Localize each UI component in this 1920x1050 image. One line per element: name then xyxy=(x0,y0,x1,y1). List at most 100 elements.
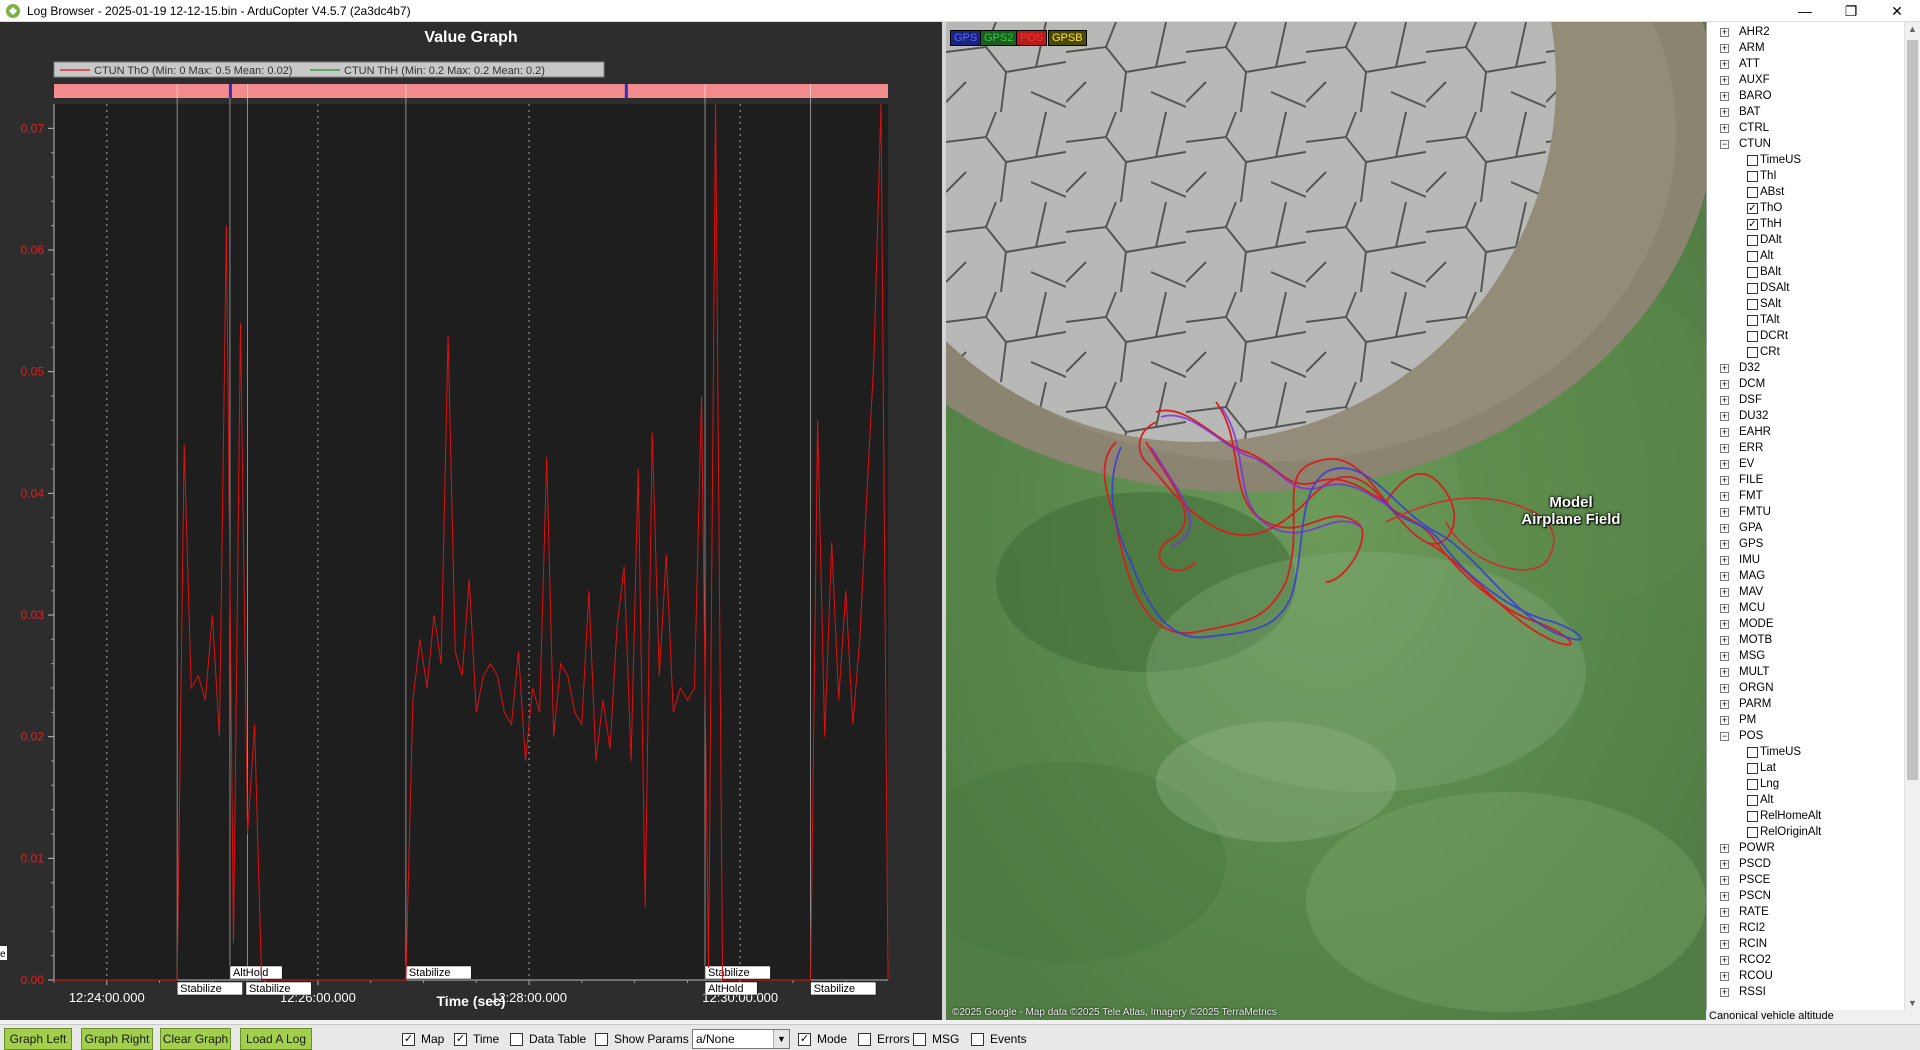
tree-field-checkbox[interactable] xyxy=(1747,794,1758,806)
expand-icon[interactable]: + xyxy=(1720,619,1729,629)
expand-icon[interactable]: + xyxy=(1720,683,1729,693)
graph-left-button[interactable]: Graph Left xyxy=(4,1028,72,1050)
tree-field-checkbox[interactable] xyxy=(1747,762,1758,774)
tree-group-mav[interactable]: + MAV xyxy=(1720,584,1763,600)
tree-field-abst[interactable]: ABst xyxy=(1747,184,1784,200)
tree-group-pscn[interactable]: + PSCN xyxy=(1720,888,1771,904)
tree-group-rci2[interactable]: + RCI2 xyxy=(1720,920,1765,936)
tree-group-dsf[interactable]: + DSF xyxy=(1720,392,1762,408)
expand-icon[interactable]: + xyxy=(1720,411,1729,421)
expand-icon[interactable]: + xyxy=(1720,427,1729,437)
close-button[interactable]: ✕ xyxy=(1874,0,1920,22)
tree-field-talt[interactable]: TAlt xyxy=(1747,312,1780,328)
tree-group-mag[interactable]: + MAG xyxy=(1720,568,1765,584)
expand-icon[interactable]: + xyxy=(1720,75,1729,85)
log-message-tree[interactable]: + AHR2 + ARM + ATT + AUXF + BARO + BAT + CTRL − CTUN Tim… xyxy=(1706,22,1920,1010)
tree-field-checkbox[interactable] xyxy=(1747,154,1758,166)
load-log-button[interactable]: Load A Log xyxy=(240,1028,312,1050)
events-checkbox[interactable]: Events xyxy=(971,1031,1027,1047)
map-checkbox[interactable]: ✓ Map xyxy=(402,1031,444,1047)
show-params-checkbox[interactable]: Show Params xyxy=(595,1031,689,1047)
tree-field-checkbox[interactable] xyxy=(1747,298,1758,310)
tree-group-psce[interactable]: + PSCE xyxy=(1720,872,1770,888)
data-table-checkbox[interactable]: Data Table xyxy=(510,1031,586,1047)
tree-group-mcu[interactable]: + MCU xyxy=(1720,600,1765,616)
expand-icon[interactable]: + xyxy=(1720,363,1729,373)
tree-field-tho[interactable]: ✓ ThO xyxy=(1747,200,1782,216)
tree-group-mode[interactable]: + MODE xyxy=(1720,616,1774,632)
tree-group-dcm[interactable]: + DCM xyxy=(1720,376,1765,392)
tree-field-checkbox[interactable] xyxy=(1747,746,1758,758)
scroll-up-icon[interactable]: ▲ xyxy=(1908,24,1917,34)
tree-group-motb[interactable]: + MOTB xyxy=(1720,632,1772,648)
tree-field-checkbox[interactable] xyxy=(1747,330,1758,342)
expand-icon[interactable]: + xyxy=(1720,507,1729,517)
minimize-button[interactable]: — xyxy=(1782,0,1828,22)
tree-group-rcou[interactable]: + RCOU xyxy=(1720,968,1773,984)
expand-icon[interactable]: + xyxy=(1720,475,1729,485)
time-checkbox[interactable]: ✓ Time xyxy=(454,1031,499,1047)
expand-icon[interactable]: + xyxy=(1720,491,1729,501)
maximize-button[interactable]: ❐ xyxy=(1828,0,1874,22)
expand-icon[interactable]: + xyxy=(1720,875,1729,885)
tree-field-dalt[interactable]: DAlt xyxy=(1747,232,1782,248)
tree-field-relhomealt[interactable]: RelHomeAlt xyxy=(1747,808,1821,824)
tree-group-ev[interactable]: + EV xyxy=(1720,456,1754,472)
tree-group-pscd[interactable]: + PSCD xyxy=(1720,856,1771,872)
expand-icon[interactable]: + xyxy=(1720,923,1729,933)
expand-icon[interactable]: + xyxy=(1720,91,1729,101)
expand-icon[interactable]: + xyxy=(1720,635,1729,645)
tree-field-balt[interactable]: BAlt xyxy=(1747,264,1781,280)
expand-icon[interactable]: + xyxy=(1720,379,1729,389)
tree-group-auxf[interactable]: + AUXF xyxy=(1720,72,1770,88)
checkbox-box[interactable] xyxy=(971,1032,984,1046)
expand-icon[interactable]: + xyxy=(1720,587,1729,597)
expand-icon[interactable]: + xyxy=(1720,539,1729,549)
expand-icon[interactable]: + xyxy=(1720,59,1729,69)
checkbox-box[interactable]: ✓ xyxy=(454,1032,467,1046)
tree-group-ahr2[interactable]: + AHR2 xyxy=(1720,24,1770,40)
tree-group-orgn[interactable]: + ORGN xyxy=(1720,680,1774,696)
expand-icon[interactable]: + xyxy=(1720,555,1729,565)
tree-group-msg[interactable]: + MSG xyxy=(1720,648,1765,664)
tree-group-baro[interactable]: + BARO xyxy=(1720,88,1772,104)
expand-icon[interactable]: + xyxy=(1720,699,1729,709)
checkbox-box[interactable] xyxy=(510,1032,523,1046)
clear-graph-button[interactable]: Clear Graph xyxy=(160,1028,231,1050)
collapse-icon[interactable]: − xyxy=(1720,139,1729,149)
tree-group-imu[interactable]: + IMU xyxy=(1720,552,1760,568)
tree-field-checkbox[interactable] xyxy=(1747,266,1758,278)
tree-group-att[interactable]: + ATT xyxy=(1720,56,1760,72)
tree-group-ctun[interactable]: − CTUN xyxy=(1720,136,1771,152)
expand-icon[interactable]: + xyxy=(1720,891,1729,901)
tree-group-pm[interactable]: + PM xyxy=(1720,712,1756,728)
checkbox-box[interactable]: ✓ xyxy=(402,1032,415,1046)
tree-group-rco2[interactable]: + RCO2 xyxy=(1720,952,1771,968)
tree-group-rate[interactable]: + RATE xyxy=(1720,904,1769,920)
tree-group-arm[interactable]: + ARM xyxy=(1720,40,1765,56)
tree-field-alt[interactable]: Alt xyxy=(1747,792,1773,808)
tree-field-crt[interactable]: CRt xyxy=(1747,344,1780,360)
tree-group-fmtu[interactable]: + FMTU xyxy=(1720,504,1771,520)
tree-group-powr[interactable]: + POWR xyxy=(1720,840,1775,856)
expand-icon[interactable]: + xyxy=(1720,651,1729,661)
expand-icon[interactable]: + xyxy=(1720,907,1729,917)
tree-group-pos[interactable]: − POS xyxy=(1720,728,1763,744)
graph-right-button[interactable]: Graph Right xyxy=(81,1028,153,1050)
expand-icon[interactable]: + xyxy=(1720,443,1729,453)
tree-field-checkbox[interactable]: ✓ xyxy=(1747,202,1758,214)
tree-field-alt[interactable]: Alt xyxy=(1747,248,1773,264)
tree-group-mult[interactable]: + MULT xyxy=(1720,664,1769,680)
tree-scrollbar[interactable]: ▲ ▼ xyxy=(1904,22,1920,1010)
tree-group-d32[interactable]: + D32 xyxy=(1720,360,1760,376)
expand-icon[interactable]: + xyxy=(1720,715,1729,725)
map-panel[interactable]: GPS GPS2 POS GPSB Model Airplane Field ©… xyxy=(946,22,1706,1020)
value-graph-chart[interactable]: Value Graph CTUN ThO (Min: 0 Max: 0.5 Mea… xyxy=(0,22,942,1020)
tree-group-ctrl[interactable]: + CTRL xyxy=(1720,120,1769,136)
tree-group-du32[interactable]: + DU32 xyxy=(1720,408,1768,424)
checkbox-box[interactable] xyxy=(858,1032,871,1046)
tree-group-parm[interactable]: + PARM xyxy=(1720,696,1771,712)
tree-field-timeus[interactable]: TimeUS xyxy=(1747,744,1801,760)
expand-icon[interactable]: + xyxy=(1720,459,1729,469)
value-graph-panel[interactable]: Value Graph CTUN ThO (Min: 0 Max: 0.5 Mea… xyxy=(0,22,942,1020)
